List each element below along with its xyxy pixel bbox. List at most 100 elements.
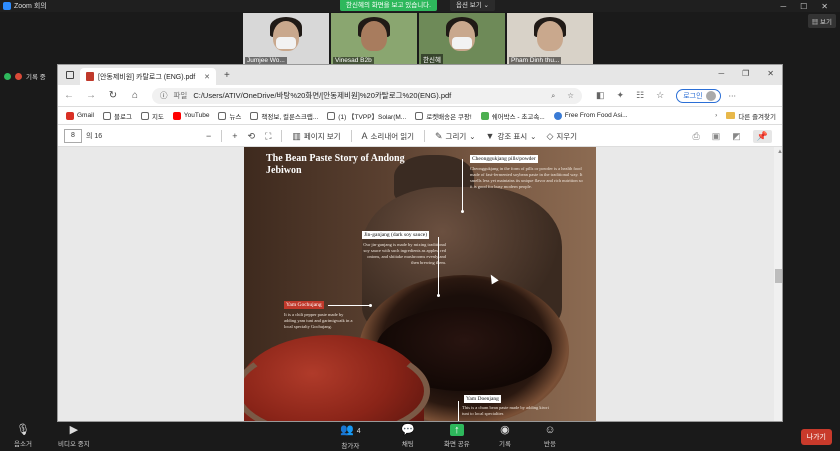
callout-dot <box>437 294 440 297</box>
stop-video-button[interactable]: ▶ 비디오 중지 <box>58 424 90 448</box>
bookmark-item[interactable]: Gmail <box>66 111 94 120</box>
microphone-icon: 🎙 <box>15 424 30 436</box>
restore-icon[interactable]: ❐ <box>742 69 749 78</box>
bookmark-item[interactable]: 지도 <box>140 111 164 121</box>
new-tab-icon[interactable]: + <box>224 70 230 81</box>
participant-tile[interactable]: Jumjee Wo... <box>243 13 329 65</box>
zoom-in-icon[interactable]: + <box>232 131 237 141</box>
leave-meeting-button[interactable]: 나가기 <box>800 429 832 445</box>
record-icon: ◉ <box>500 424 510 436</box>
bookmark-item[interactable]: 뉴스 <box>218 111 241 121</box>
bookmark-label: Gmail <box>77 112 94 119</box>
back-icon[interactable]: ← <box>58 90 80 101</box>
forward-icon[interactable]: → <box>80 90 102 101</box>
other-bookmarks[interactable]: 다른 즐겨찾기 <box>726 111 776 121</box>
chat-button[interactable]: 💬 채팅 <box>401 424 415 448</box>
participant-tile[interactable]: Pham Dinh thu... <box>507 13 593 65</box>
bookmark-item[interactable]: Free From Food Asi... <box>553 111 628 120</box>
print-icon[interactable]: ⎙ <box>693 131 700 142</box>
close-icon[interactable]: ✕ <box>821 2 828 11</box>
puzzle-icon[interactable]: ✦ <box>617 90 625 101</box>
zoom-search-icon[interactable]: ⌕ <box>551 91 555 101</box>
close-icon[interactable]: ✕ <box>767 69 774 78</box>
bookmark-item[interactable]: 책정보, 컬룬스크랩... <box>250 111 318 121</box>
browser-window: [안동제비원] 카탈로그 (ENG).pdf ✕ + ─ ❐ ✕ ← → ↻ ⌂… <box>57 64 783 422</box>
save-as-icon[interactable]: ◩ <box>732 131 741 142</box>
record-label: 기록 중 <box>26 74 46 81</box>
chat-icon: 💬 <box>401 424 415 436</box>
extensions-icon[interactable]: ◧ <box>596 90 605 101</box>
favorite-star-icon[interactable]: ☆ <box>567 91 574 100</box>
pin-toolbar-icon[interactable]: 📌 <box>752 129 772 143</box>
highlight-button[interactable]: ▼ 강조 표시 ⌄ <box>486 131 537 142</box>
divider <box>281 130 283 142</box>
maximize-icon[interactable]: ☐ <box>800 2 807 11</box>
chat-label: 채팅 <box>401 441 414 448</box>
bookmark-label: 로켓배송은 쿠팡! <box>426 113 472 121</box>
more-menu-icon[interactable]: ⋯ <box>729 91 737 100</box>
bookmark-item[interactable]: 로켓배송은 쿠팡! <box>415 111 472 121</box>
page-number-input[interactable]: 8 <box>64 128 82 143</box>
participant-tile[interactable]: Vinesad B2b <box>331 13 417 65</box>
vertical-scrollbar[interactable]: ▲ <box>774 147 782 421</box>
bookmark-item[interactable]: (1) 【TVPP】Solar(M... <box>327 111 406 121</box>
doenjang-label: Yam Doenjang <box>464 395 501 403</box>
participants-label: 참가자 <box>341 443 360 450</box>
pdf-viewer: The Bean Paste Story of Andong Jebiwon C… <box>58 147 782 421</box>
mute-button[interactable]: 🎙 음소거 <box>14 424 32 448</box>
youtube-icon <box>172 111 181 120</box>
favorites-icon[interactable]: ☆ <box>656 90 664 101</box>
rotate-icon[interactable]: ⟲ <box>248 131 256 142</box>
bookmarks-overflow-icon[interactable]: › <box>715 112 717 119</box>
share-screen-button[interactable]: ↑ 화면 공유 <box>444 424 470 448</box>
view-options-button[interactable]: 옵션 보기 ⌄ <box>450 0 495 11</box>
zoom-title-text: Zoom 회의 <box>14 3 47 10</box>
minimize-icon[interactable]: ─ <box>718 69 724 78</box>
participant-tile[interactable]: 한신혜 <box>419 13 505 65</box>
erase-label: 지우기 <box>556 131 578 141</box>
reactions-icon: ☺ <box>544 424 556 436</box>
info-icon: ⓘ <box>160 91 168 100</box>
login-button[interactable]: 로그인 <box>676 88 721 103</box>
zoom-app-title: Zoom 회의 <box>0 1 47 11</box>
reactions-button[interactable]: ☺ 반응 <box>544 424 556 448</box>
draw-button[interactable]: ✎ 그리기 ⌄ <box>435 131 476 142</box>
login-label: 로그인 <box>683 92 703 100</box>
bookmark-item[interactable]: 쉐어박스 - 초고속... <box>480 111 545 121</box>
record-button[interactable]: ◉ 기록 <box>499 424 511 448</box>
participants-button[interactable]: 👥 4 참가자 <box>340 424 361 450</box>
view-button[interactable]: ▦ 보기 <box>807 14 836 28</box>
erase-button[interactable]: ◇ 지우기 <box>546 131 577 142</box>
zoom-out-icon[interactable]: − <box>206 131 211 141</box>
page-icon <box>102 111 111 120</box>
participant-thumbnails: Jumjee Wo... Vinesad B2b 한신혜 Pham Dinh t… <box>243 13 593 65</box>
pdf-toolbar: 8 의 16 − + ⟲ ⛶ ▥ 페이지 보기 A 소리내어 읽기 ✎ 그리기 ⌄ ▼ 강… <box>58 125 782 147</box>
bookmark-label: Free From Food Asi... <box>564 112 628 119</box>
jin-ganjang-text: Our jin-ganjang is made by mixing tradit… <box>363 242 446 265</box>
save-icon[interactable]: ▣ <box>712 131 721 142</box>
face-shape <box>361 21 387 51</box>
bookmark-label: YouTube <box>183 112 210 119</box>
tab-actions-icon[interactable] <box>66 71 74 79</box>
participant-name: Jumjee Wo... <box>245 57 287 64</box>
chevron-down-icon: ⌄ <box>530 131 537 141</box>
page-view-button[interactable]: ▥ 페이지 보기 <box>292 131 340 142</box>
minimize-icon[interactable]: ─ <box>780 2 786 11</box>
tab-pdf[interactable]: [안동제비원] 카탈로그 (ENG).pdf ✕ <box>80 68 216 85</box>
fit-page-icon[interactable]: ⛶ <box>265 131 271 142</box>
address-bar-row: ← → ↻ ⌂ ⓘ 파일 C:/Users/ATIV/OneDrive/바탕%2… <box>58 85 782 107</box>
share-screen-icon: ↑ <box>450 424 464 436</box>
bookmark-item[interactable]: 블로그 <box>102 111 132 121</box>
address-input[interactable]: ⓘ 파일 C:/Users/ATIV/OneDrive/바탕%20화면/[안동제… <box>152 87 582 104</box>
zoom-logo-icon <box>3 2 11 10</box>
home-icon[interactable]: ⌂ <box>124 90 146 101</box>
bookmark-item[interactable]: YouTube <box>172 111 210 120</box>
scroll-up-icon[interactable]: ▲ <box>777 149 782 155</box>
draw-label: 그리기 <box>445 131 467 141</box>
read-aloud-button[interactable]: A 소리내어 읽기 <box>362 131 415 142</box>
tab-close-icon[interactable]: ✕ <box>204 73 210 81</box>
collections-icon[interactable]: ☷ <box>636 90 644 101</box>
scrollbar-thumb[interactable] <box>775 269 782 283</box>
refresh-icon[interactable]: ↻ <box>102 90 124 101</box>
divider <box>221 130 223 142</box>
